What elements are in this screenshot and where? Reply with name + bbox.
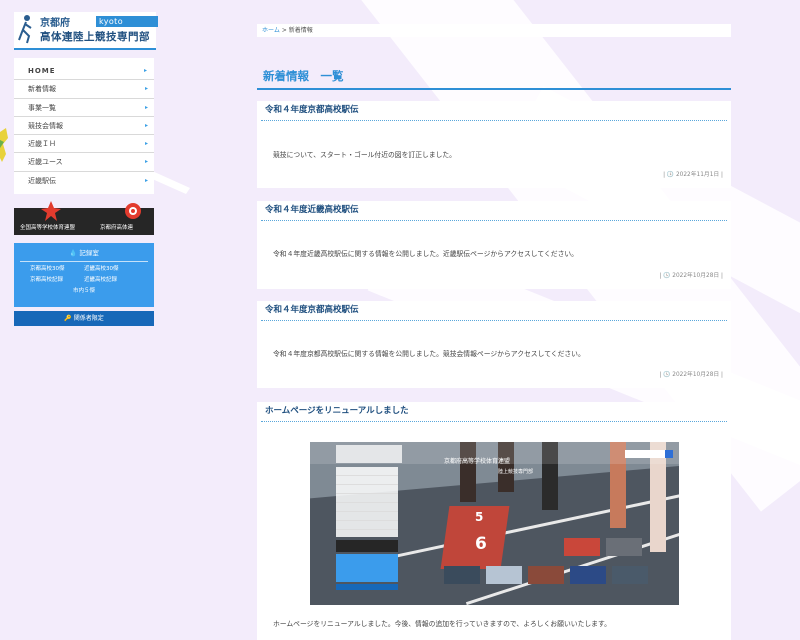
sidebar-item-label: 新着情報: [28, 85, 56, 94]
members-only-button[interactable]: 🔑 関係者限定: [14, 311, 154, 326]
kyoto-federation-link[interactable]: 京都府高体連: [100, 223, 133, 231]
preview-logo: [336, 445, 402, 463]
records-link-kinki-30[interactable]: 近畿高校30傑: [84, 264, 138, 275]
preview-search: [625, 450, 673, 458]
preview-menu: [336, 467, 398, 537]
breadcrumb-separator: >: [281, 27, 287, 34]
national-federation-logo-icon[interactable]: [40, 200, 62, 222]
clock-icon: 🕓: [666, 172, 675, 178]
sidebar-item-label: 事業一覧: [28, 103, 56, 112]
sidebar-item-label: 近畿ＩＨ: [28, 140, 56, 149]
sidebar-item-label: 近畿ユース: [28, 158, 63, 167]
news-post: 令和４年度京都高校駅伝 令和４年度京都高校駅伝に関する情報を公開しました。競技会…: [257, 301, 731, 388]
news-post: 令和４年度京都高校駅伝 競技について、スタート・ゴール付近の図を訂正しました。 …: [257, 101, 731, 188]
runner-logo-icon: [18, 15, 32, 44]
records-link-city-top5[interactable]: 市内５傑: [14, 286, 154, 297]
divider: [20, 261, 148, 262]
logo-prefecture: 京都府: [40, 18, 70, 29]
chevron-right-icon: ▸: [144, 103, 148, 111]
news-post-title[interactable]: 令和４年度京都高校駅伝: [261, 101, 727, 121]
news-post: ホームページをリニューアルしました 5 6 京都府高等学校体育連盟 陸上競技専門…: [257, 402, 731, 640]
logo-org-name: 高体連陸上競技専門部: [40, 31, 150, 43]
lane-number: 6: [475, 534, 487, 554]
breadcrumb-home-link[interactable]: ホーム: [262, 27, 280, 34]
logo-brand: kyoto athletics: [96, 16, 158, 37]
records-heading: 💧 記録室: [14, 247, 154, 257]
sidebar-item-events[interactable]: 事業一覧 ▸: [14, 99, 154, 117]
national-federation-link[interactable]: 全国高等学校体育連盟: [20, 223, 75, 231]
website-preview-image: 5 6 京都府高等学校体育連盟 陸上競技専門部: [310, 442, 679, 605]
site-logo[interactable]: 京都府 kyoto athletics 高体連陸上競技専門部: [14, 12, 158, 50]
chevron-right-icon: ▸: [144, 121, 148, 129]
key-icon: 🔑: [64, 315, 72, 322]
records-link-kyoto-30[interactable]: 京都高校30傑: [30, 264, 84, 275]
news-post-title[interactable]: ホームページをリニューアルしました: [261, 402, 727, 422]
breadcrumb-current: 新着情報: [288, 27, 313, 34]
chevron-right-icon: ▸: [144, 140, 148, 148]
sidebar-menu: HOME ▸ 新着情報 ▸ 事業一覧 ▸ 競技会情報 ▸ 近畿ＩＨ ▸ 近畿ユー…: [14, 58, 154, 195]
sidebar-item-label: HOME: [28, 67, 56, 75]
members-only-label: 関係者限定: [73, 315, 104, 322]
news-post-title[interactable]: 令和４年度近畿高校駅伝: [261, 201, 727, 221]
records-heading-label: 記録室: [79, 249, 99, 257]
kyoto-federation-logo-icon[interactable]: [124, 202, 142, 220]
chevron-right-icon: ▸: [144, 85, 148, 93]
sidebar-item-kinki-ekiden[interactable]: 近畿駅伝 ▸: [14, 172, 154, 190]
news-post-body: ホームページをリニューアルしました。今後、情報の追加を行っていきますので、よろし…: [273, 620, 611, 628]
preview-title: 京都府高等学校体育連盟: [444, 458, 511, 465]
sidebar-item-news[interactable]: 新着情報 ▸: [14, 80, 154, 99]
clock-icon: 🕓: [663, 372, 671, 378]
chevron-right-icon: ▸: [144, 176, 148, 184]
news-post-title[interactable]: 令和４年度京都高校駅伝: [261, 301, 727, 321]
page-title: 新着情報 一覧: [257, 66, 731, 90]
records-box: 💧 記録室 京都高校30傑 近畿高校30傑 京都高校記録 近畿高校記録 市内５傑: [14, 243, 154, 307]
lane-number: 5: [475, 510, 484, 524]
news-post-body: 競技について、スタート・ゴール付近の図を訂正しました。: [273, 151, 456, 159]
news-post-date: | 🕓 2022年10月28日 |: [659, 273, 723, 279]
news-post-date: | 🕓 2022年11月1日 |: [663, 172, 723, 178]
news-post: 令和４年度近畿高校駅伝 令和４年度近畿高校駅伝に関する情報を公開しました。近畿駅…: [257, 201, 731, 289]
chevron-right-icon: ▸: [144, 158, 148, 166]
news-post-body: 令和４年度京都高校駅伝に関する情報を公開しました。競技会情報ページからアクセスし…: [273, 350, 585, 358]
decorative-runner-icon: [0, 128, 8, 162]
page-title-text: 新着情報 一覧: [263, 69, 344, 83]
sidebar-item-home[interactable]: HOME ▸: [14, 62, 154, 81]
news-post-body: 令和４年度近畿高校駅伝に関する情報を公開しました。近畿駅伝ページからアクセスして…: [273, 250, 578, 258]
affiliate-banners: 全国高等学校体育連盟 京都府高体連: [14, 201, 154, 235]
news-post-date-text: 2022年11月1日: [675, 172, 720, 178]
sidebar-item-kinki-ih[interactable]: 近畿ＩＨ ▸: [14, 135, 154, 154]
sidebar-item-label: 競技会情報: [28, 121, 63, 130]
news-post-date: | 🕓 2022年10月28日 |: [659, 372, 723, 378]
preview-subtitle: 陸上競技専門部: [498, 469, 534, 475]
sidebar-item-kinki-youth[interactable]: 近畿ユース ▸: [14, 153, 154, 172]
title-underline: [257, 88, 731, 90]
news-post-date-text: 2022年10月28日: [672, 372, 720, 378]
sidebar-item-competitions[interactable]: 競技会情報 ▸: [14, 117, 154, 136]
clock-icon: 🕓: [663, 273, 671, 279]
logo-underline: [14, 48, 156, 50]
sidebar-item-label: 近畿駅伝: [28, 176, 56, 185]
decorative-stripe: [150, 170, 190, 194]
records-link-kinki-record[interactable]: 近畿高校記録: [84, 275, 138, 286]
records-link-kyoto-record[interactable]: 京都高校記録: [30, 275, 84, 286]
chevron-right-icon: ▸: [143, 67, 148, 74]
drop-icon: 💧: [69, 249, 78, 257]
breadcrumb: ホーム > 新着情報: [257, 24, 731, 37]
news-post-date-text: 2022年10月28日: [672, 273, 720, 279]
